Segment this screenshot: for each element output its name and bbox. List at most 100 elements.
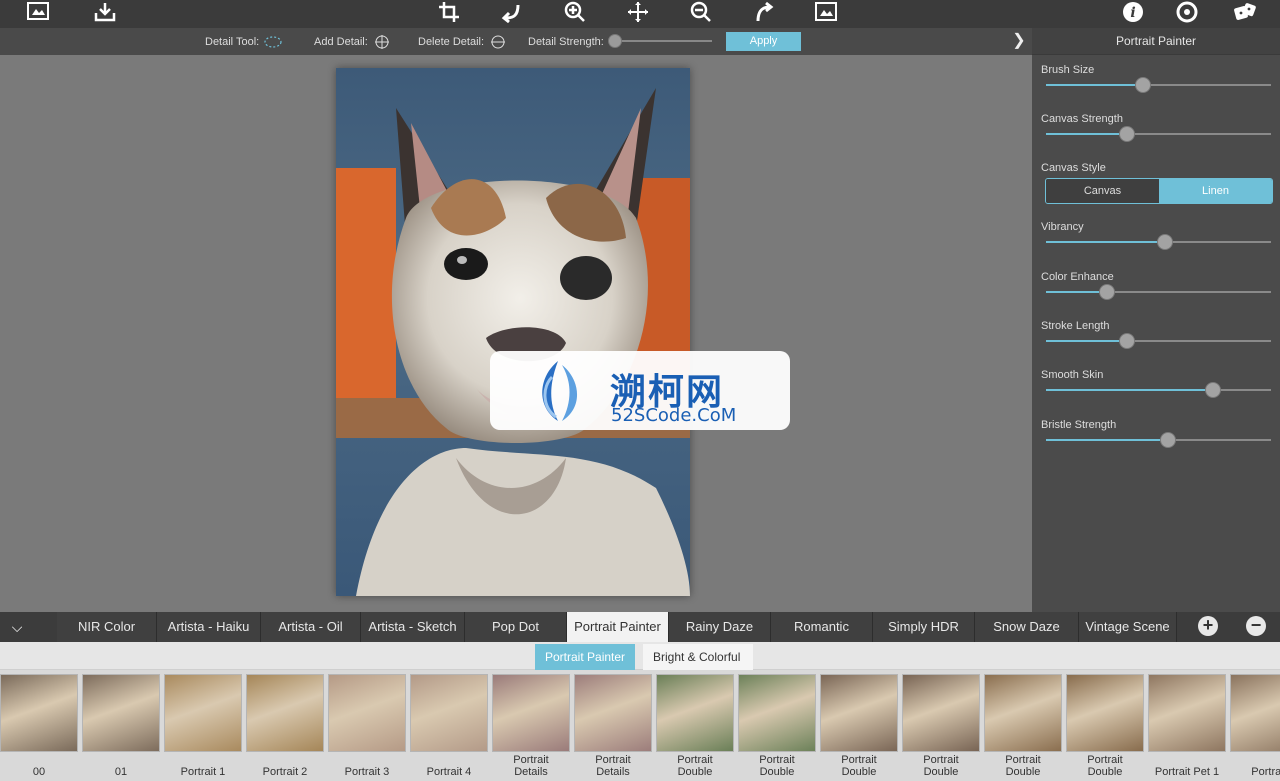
slider-smooth-skin[interactable]: Smooth Skin — [1041, 369, 1273, 405]
wing-logo-icon — [542, 361, 578, 421]
svg-text:i: i — [1130, 5, 1135, 21]
chevron-right-icon[interactable]: ❯ — [1010, 30, 1028, 52]
preset-thumbnail-image — [164, 674, 242, 752]
slider-knob[interactable] — [1204, 382, 1221, 398]
settings-icon[interactable] — [1172, 0, 1202, 24]
tab-artista-oil[interactable]: Artista - Oil — [261, 612, 361, 642]
preset-thumbnail-image — [82, 674, 160, 752]
preset-thumbnail-label: Portrait Double — [1005, 754, 1041, 778]
slider-knob[interactable] — [1119, 333, 1135, 349]
preset-thumbnail[interactable]: Portrait Details — [574, 674, 652, 781]
slider-label: Vibrancy — [1041, 221, 1084, 233]
slider-knob[interactable] — [1134, 77, 1151, 93]
preset-thumbnail[interactable]: Portrait Details — [492, 674, 570, 781]
crop-icon[interactable] — [435, 0, 465, 24]
detail-toolbar: Detail Tool: Add Detail: Delete Detail: … — [0, 28, 1032, 55]
preset-thumbnail-image — [246, 674, 324, 752]
preset-thumbnail[interactable]: Portrait Double — [984, 674, 1062, 781]
open-image-icon[interactable] — [23, 0, 53, 24]
slider-stroke-length[interactable]: Stroke Length — [1041, 320, 1273, 356]
slider-knob[interactable] — [1157, 234, 1174, 250]
preset-thumbnail-label: Portrait Double — [759, 754, 795, 778]
delete-detail[interactable]: Delete Detail: — [418, 28, 508, 55]
slider-fill — [1046, 340, 1127, 342]
ellipse-select-icon[interactable] — [263, 35, 283, 49]
erase-brush-icon[interactable] — [488, 34, 508, 50]
canvas-style-toggle: Canvas Linen — [1045, 178, 1273, 204]
subtab-portrait-painter[interactable]: Portrait Painter — [535, 644, 636, 670]
zoom-in-icon[interactable] — [560, 0, 590, 24]
preset-thumbnail-image — [574, 674, 652, 752]
preset-thumbnail-image — [410, 674, 488, 752]
slider-knob[interactable] — [1119, 126, 1135, 142]
rotate-right-icon[interactable] — [749, 0, 779, 24]
detail-strength-knob[interactable] — [608, 34, 622, 48]
app-window: i Detail Tool: Add Detail: Delete Detail… — [0, 0, 1280, 781]
preset-thumbnail[interactable]: 01 — [82, 674, 160, 781]
tab-pop-dot[interactable]: Pop Dot — [465, 612, 567, 642]
pan-icon[interactable] — [623, 0, 653, 24]
preset-thumbnail-label: Portrait 2 — [262, 766, 308, 778]
preset-thumbnail[interactable]: Portrait Double — [738, 674, 816, 781]
preset-thumbnail[interactable]: Portrait Double — [820, 674, 898, 781]
preset-thumbnail[interactable]: Portrait Double — [902, 674, 980, 781]
detail-tool[interactable]: Detail Tool: — [205, 28, 283, 55]
preset-thumbnail[interactable]: Portrait 3 — [328, 674, 406, 781]
preset-thumbnail[interactable]: Portrait Pet 1 — [1148, 674, 1226, 781]
preset-thumbnail-label: Portrait Double — [923, 754, 959, 778]
slider-label: Stroke Length — [1041, 320, 1110, 332]
tab-snow-daze[interactable]: Snow Daze — [975, 612, 1079, 642]
tab-romantic[interactable]: Romantic — [771, 612, 873, 642]
preset-thumbnail[interactable]: Portrait Double — [1066, 674, 1144, 781]
slider-fill — [1046, 389, 1213, 391]
chevron-down-icon[interactable]: ⌵ — [0, 612, 34, 642]
slider-canvas-strength[interactable]: Canvas Strength — [1041, 113, 1273, 149]
add-detail[interactable]: Add Detail: — [314, 28, 392, 55]
random-dice-icon[interactable] — [1230, 0, 1260, 24]
slider-knob[interactable] — [1098, 284, 1115, 300]
tab-portrait-painter[interactable]: Portrait Painter — [567, 612, 669, 642]
preset-thumbnail[interactable]: Portrait Double — [656, 674, 734, 781]
preset-thumbnail[interactable]: Portrait 4 — [410, 674, 488, 781]
add-preset-icon[interactable]: + — [1198, 616, 1218, 636]
preset-thumbnail-label: Portrait Double — [1087, 754, 1123, 778]
remove-preset-icon[interactable]: − — [1246, 616, 1266, 636]
rotate-left-icon[interactable] — [497, 0, 527, 24]
preset-thumbnail-image — [1066, 674, 1144, 752]
slider-knob[interactable] — [1159, 432, 1176, 448]
tab-nir-color[interactable]: NIR Color — [57, 612, 157, 642]
preset-thumbnail-label: 01 — [114, 766, 128, 778]
preset-thumbnail[interactable]: Portrait 1 — [164, 674, 242, 781]
tab-artista-sketch[interactable]: Artista - Sketch — [361, 612, 465, 642]
detail-strength-track[interactable] — [612, 40, 712, 42]
tab-rainy-daze[interactable]: Rainy Daze — [669, 612, 771, 642]
preset-thumbnail[interactable]: Portrait 2 — [246, 674, 324, 781]
slider-vibrancy[interactable]: Vibrancy — [1041, 221, 1273, 257]
preset-thumbnail[interactable]: 00 — [0, 674, 78, 781]
zoom-out-icon[interactable] — [686, 0, 716, 24]
slider-bristle-strength[interactable]: Bristle Strength — [1041, 419, 1273, 455]
canvas-style-option-linen[interactable]: Linen — [1159, 179, 1272, 203]
preset-thumbnail[interactable]: Portrait — [1230, 674, 1280, 781]
fit-image-icon[interactable] — [811, 0, 841, 24]
canvas-style-option-canvas[interactable]: Canvas — [1046, 179, 1159, 203]
add-detail-label: Add Detail: — [314, 35, 368, 48]
preset-thumbnail-label: Portrait Double — [841, 754, 877, 778]
tab-artista-haiku[interactable]: Artista - Haiku — [157, 612, 261, 642]
main-image-canvas[interactable] — [336, 68, 690, 596]
preset-subcategory-tabs: Portrait Painter Bright & Colorful — [0, 642, 1280, 670]
save-image-icon[interactable] — [90, 0, 120, 24]
info-icon[interactable]: i — [1118, 0, 1148, 24]
subtab-bright-colorful[interactable]: Bright & Colorful — [643, 644, 753, 670]
preset-thumbnail-image — [738, 674, 816, 752]
apply-button[interactable]: Apply — [726, 32, 801, 51]
add-brush-icon[interactable] — [372, 34, 392, 50]
preset-thumbnail-label: 00 — [32, 766, 46, 778]
tab-simply-hdr[interactable]: Simply HDR — [873, 612, 975, 642]
slider-fill — [1046, 84, 1143, 86]
tab-vintage-scene[interactable]: Vintage Scene — [1079, 612, 1177, 642]
slider-color-enhance[interactable]: Color Enhance — [1041, 271, 1273, 307]
preset-thumbnail-label: Portrait Details — [595, 754, 631, 778]
slider-brush-size[interactable]: Brush Size — [1041, 64, 1273, 100]
preset-thumbnail-label: Portrait 3 — [344, 766, 390, 778]
